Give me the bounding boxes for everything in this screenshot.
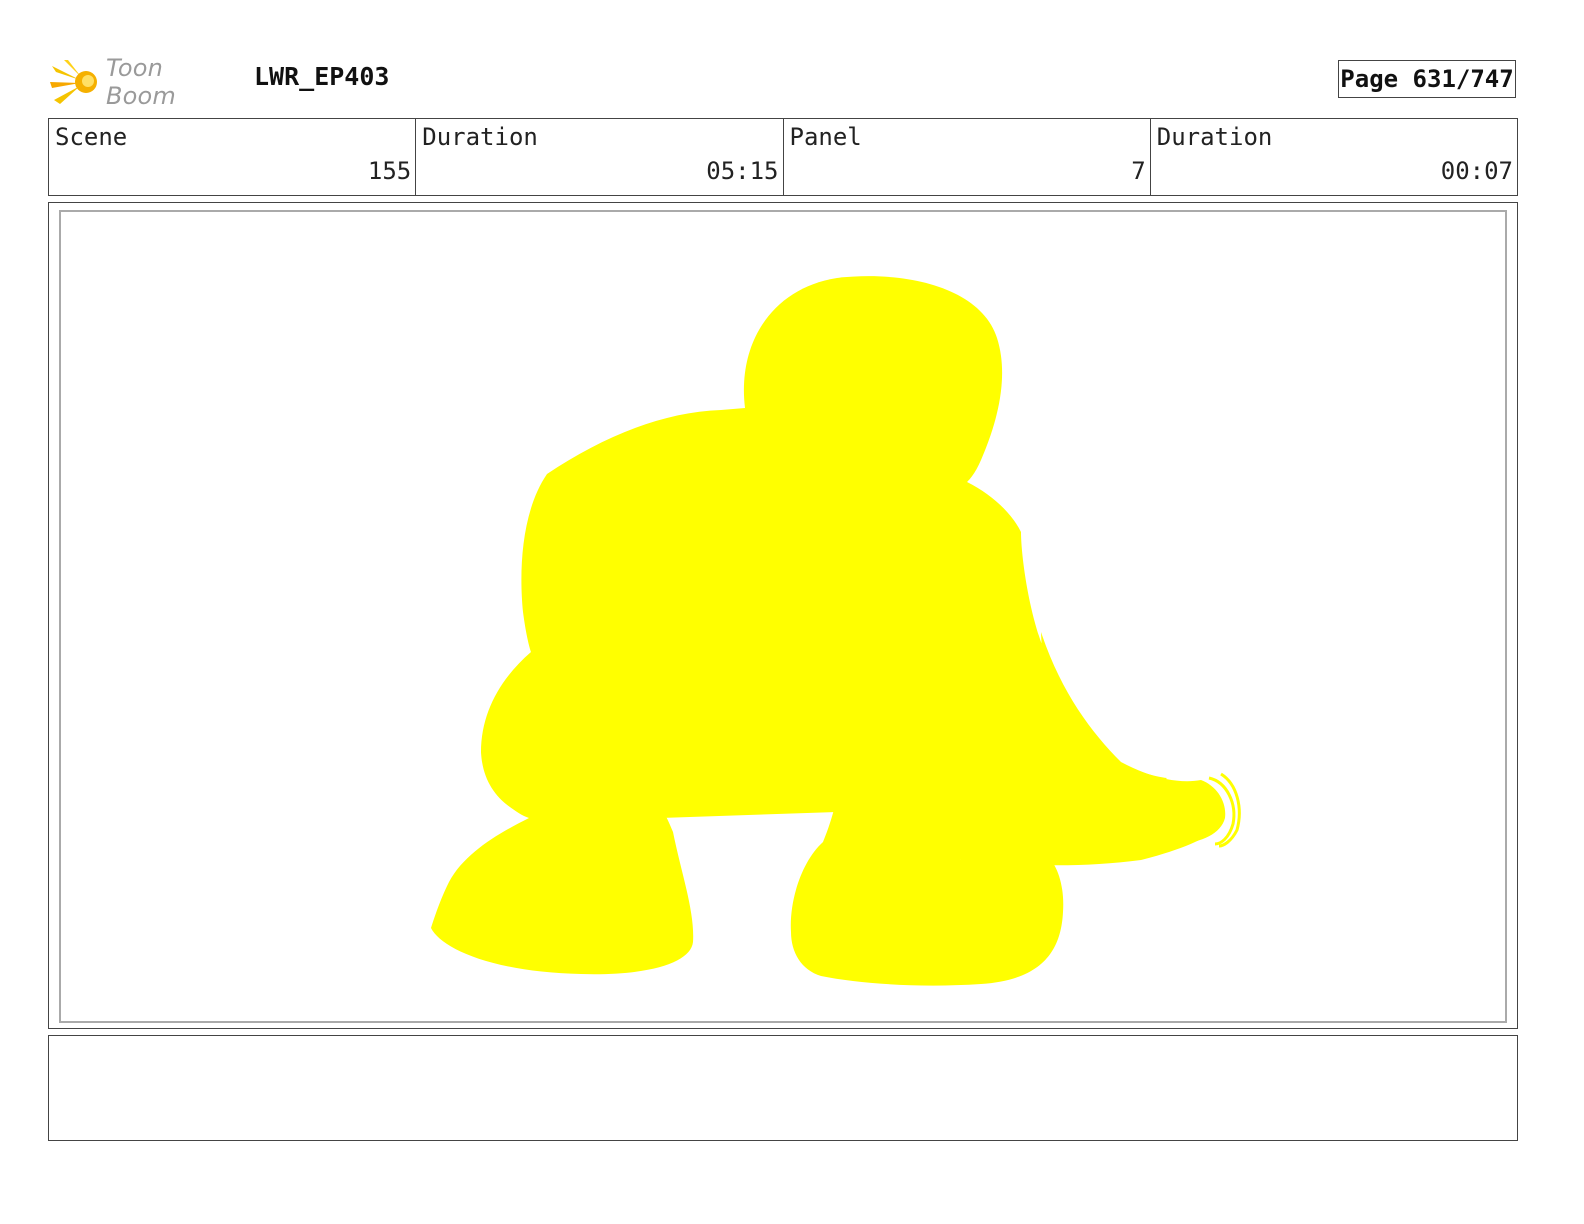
logo-text: Toon Boom [106, 54, 177, 110]
panel-label: Panel [789, 123, 862, 151]
scene-info-row: Scene 155 Duration 05:15 Panel 7 Duratio… [48, 118, 1518, 196]
panel-value: 7 [1131, 157, 1146, 185]
panel-cell: Panel 7 [784, 119, 1151, 195]
scene-duration-label: Duration [422, 123, 538, 151]
panel-duration-value: 00:07 [1440, 157, 1513, 185]
scene-label: Scene [55, 123, 128, 151]
scene-duration-value: 05:15 [706, 157, 779, 185]
storyboard-panel-canvas [59, 210, 1507, 1023]
storyboard-panel-frame [48, 202, 1518, 1029]
project-title: LWR_EP403 [254, 62, 390, 91]
scene-value: 155 [367, 157, 412, 185]
scene-cell: Scene 155 [49, 119, 417, 195]
page-indicator: Page 631/747 [1338, 60, 1516, 98]
toon-boom-logo: Toon Boom [50, 54, 240, 110]
panel-duration-cell: Duration 00:07 [1151, 119, 1517, 195]
panel-notes-box [48, 1035, 1518, 1141]
panel-duration-label: Duration [1156, 123, 1273, 151]
character-silhouette [431, 276, 1241, 986]
toon-boom-logo-icon [50, 56, 102, 108]
scene-duration-cell: Duration 05:15 [416, 119, 784, 195]
